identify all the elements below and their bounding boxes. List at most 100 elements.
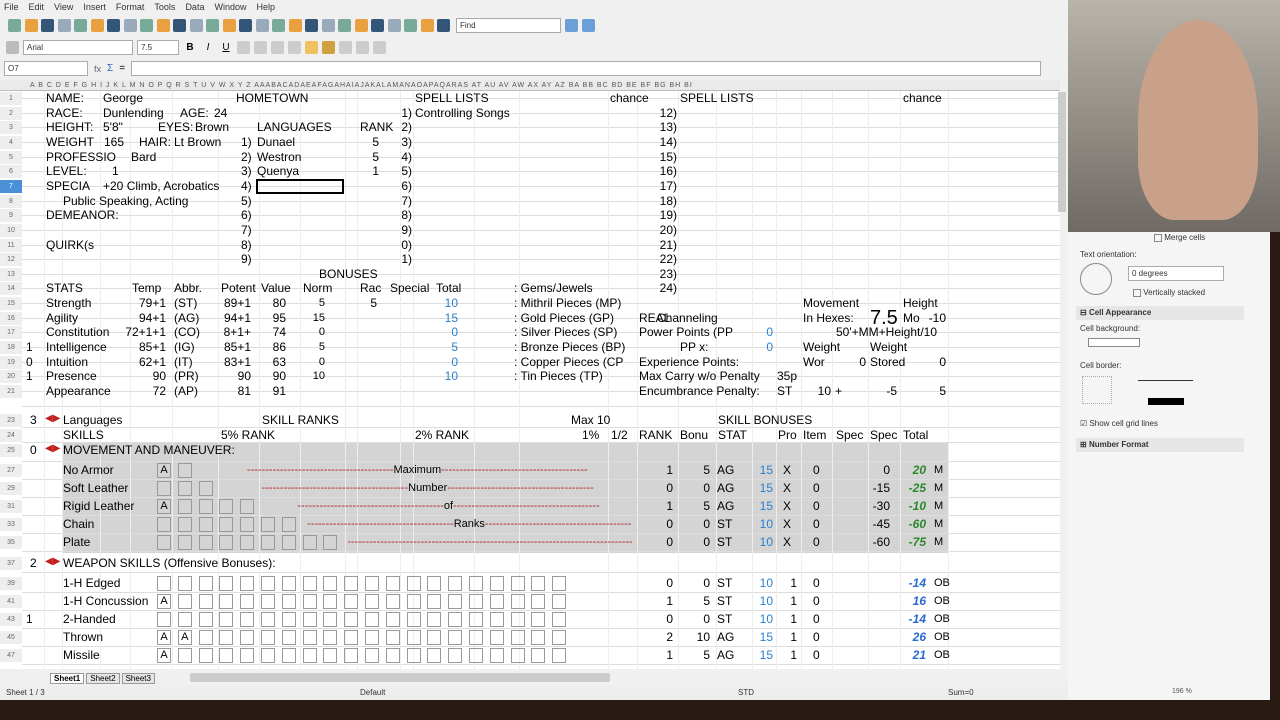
vertically-stacked-checkbox[interactable]: Vertically stacked: [1133, 288, 1205, 297]
menu-view[interactable]: View: [54, 0, 73, 15]
rank-box[interactable]: [469, 576, 483, 591]
char-weight[interactable]: 165: [104, 135, 124, 149]
rank-box[interactable]: [323, 612, 338, 627]
align-center-icon[interactable]: [254, 40, 267, 54]
row-header-3[interactable]: 3: [0, 121, 22, 135]
rank-box[interactable]: [489, 630, 504, 645]
spellcheck-icon[interactable]: [140, 19, 153, 32]
rank-box[interactable]: [177, 499, 192, 514]
rank-box[interactable]: [344, 630, 359, 645]
row-header-7[interactable]: 7: [0, 179, 22, 193]
rank-box[interactable]: [219, 517, 234, 532]
rank-box[interactable]: [177, 612, 192, 627]
rank-box[interactable]: [323, 576, 338, 591]
rank-box[interactable]: [302, 648, 317, 663]
percent-icon[interactable]: [339, 40, 352, 54]
rank-box[interactable]: [531, 594, 546, 609]
find-replace-icon[interactable]: [354, 19, 368, 32]
rank-box[interactable]: A: [157, 594, 171, 609]
rank-box[interactable]: [261, 517, 275, 532]
rank-box[interactable]: [177, 576, 192, 591]
menu-format[interactable]: Format: [116, 0, 145, 15]
rank-box[interactable]: [177, 481, 192, 496]
rank-box[interactable]: [219, 648, 234, 663]
find-input[interactable]: Find: [456, 17, 561, 33]
currency-label[interactable]: : Copper Pieces (CP: [514, 355, 623, 369]
horizontal-scrollbar[interactable]: [190, 673, 610, 682]
char-profession[interactable]: Bard: [131, 150, 156, 164]
vertical-scrollbar[interactable]: [1058, 92, 1066, 212]
row-header-23[interactable]: 23: [0, 414, 22, 427]
sheet-tab-1[interactable]: Sheet1: [50, 672, 85, 684]
row-header-4[interactable]: 4: [0, 135, 22, 149]
rank-box[interactable]: [344, 648, 359, 663]
hyperlink-icon[interactable]: [272, 19, 285, 32]
rank-box[interactable]: [157, 612, 171, 627]
row-header-15[interactable]: 15: [0, 297, 22, 311]
rank-box[interactable]: [385, 594, 400, 609]
font-size-select[interactable]: 7.5: [137, 39, 179, 55]
border-line-style[interactable]: [1138, 380, 1193, 381]
rank-box[interactable]: [302, 576, 317, 591]
rank-box[interactable]: [323, 594, 338, 609]
rank-box[interactable]: [198, 630, 213, 645]
currency-label[interactable]: : Silver Pieces (SP): [514, 325, 617, 339]
formula-equals-icon[interactable]: =: [119, 63, 125, 74]
rank-box[interactable]: A: [157, 463, 171, 478]
row-header-9[interactable]: 9: [0, 209, 22, 223]
rank-box[interactable]: [281, 535, 296, 550]
row-header-6[interactable]: 6: [0, 165, 22, 179]
email-icon[interactable]: [57, 19, 71, 32]
rank-box[interactable]: A: [177, 630, 192, 645]
justify-icon[interactable]: [288, 40, 301, 54]
rank-box[interactable]: A: [157, 499, 171, 514]
rank-box[interactable]: [198, 535, 213, 550]
row-header-29[interactable]: 29: [0, 482, 22, 495]
rank-box[interactable]: [261, 535, 275, 550]
zoom-level[interactable]: 196 %: [1172, 688, 1192, 695]
char-special2[interactable]: Public Speaking, Acting: [63, 194, 188, 208]
char-height[interactable]: 5'8": [103, 120, 123, 134]
rank-box[interactable]: [261, 594, 275, 609]
row-header-14[interactable]: 14: [0, 282, 22, 296]
border-color-picker[interactable]: [1148, 398, 1184, 405]
rank-box[interactable]: [240, 517, 255, 532]
sort-asc-icon[interactable]: [288, 19, 302, 32]
currency-label[interactable]: : Gold Pieces (GP): [514, 311, 614, 325]
rank-box[interactable]: [177, 648, 192, 663]
font-name-select[interactable]: Arial: [23, 39, 133, 55]
rank-box[interactable]: [177, 517, 192, 532]
rank-box[interactable]: [198, 612, 213, 627]
formula-input[interactable]: [131, 61, 1042, 76]
row-header-12[interactable]: 12: [0, 253, 22, 267]
row-header-45[interactable]: 45: [0, 631, 22, 644]
currency-label[interactable]: : Bronze Pieces (BP): [514, 340, 625, 354]
draw-icon[interactable]: [338, 19, 351, 32]
sheet-tab-3[interactable]: Sheet3: [121, 672, 155, 684]
rank-box[interactable]: [302, 630, 317, 645]
char-hair[interactable]: Lt Brown: [174, 135, 221, 149]
rank-box[interactable]: [323, 630, 338, 645]
rank-box[interactable]: A: [157, 648, 171, 663]
row-header-2[interactable]: 2: [0, 106, 22, 120]
edit-mode-icon[interactable]: [74, 19, 87, 32]
rank-box[interactable]: [510, 594, 525, 609]
char-name[interactable]: George: [103, 91, 143, 105]
currency-label[interactable]: : Mithril Pieces (MP): [514, 296, 621, 310]
rank-box[interactable]: [261, 630, 275, 645]
rank-box[interactable]: [157, 535, 171, 550]
redo-icon[interactable]: [255, 19, 269, 32]
rank-box[interactable]: [427, 612, 442, 627]
merge-cells-checkbox[interactable]: Merge cells: [1154, 233, 1205, 242]
rank-box[interactable]: [302, 594, 317, 609]
rank-box[interactable]: [469, 594, 483, 609]
sum-icon[interactable]: Σ: [107, 63, 113, 74]
char-age[interactable]: 24: [214, 106, 227, 120]
rank-box[interactable]: [427, 630, 442, 645]
rank-box[interactable]: [198, 594, 213, 609]
rank-box[interactable]: [406, 594, 421, 609]
menu-help[interactable]: Help: [256, 0, 275, 15]
rank-box[interactable]: [510, 630, 525, 645]
merge-cells-icon[interactable]: [305, 40, 318, 54]
rank-box[interactable]: A: [157, 630, 171, 645]
